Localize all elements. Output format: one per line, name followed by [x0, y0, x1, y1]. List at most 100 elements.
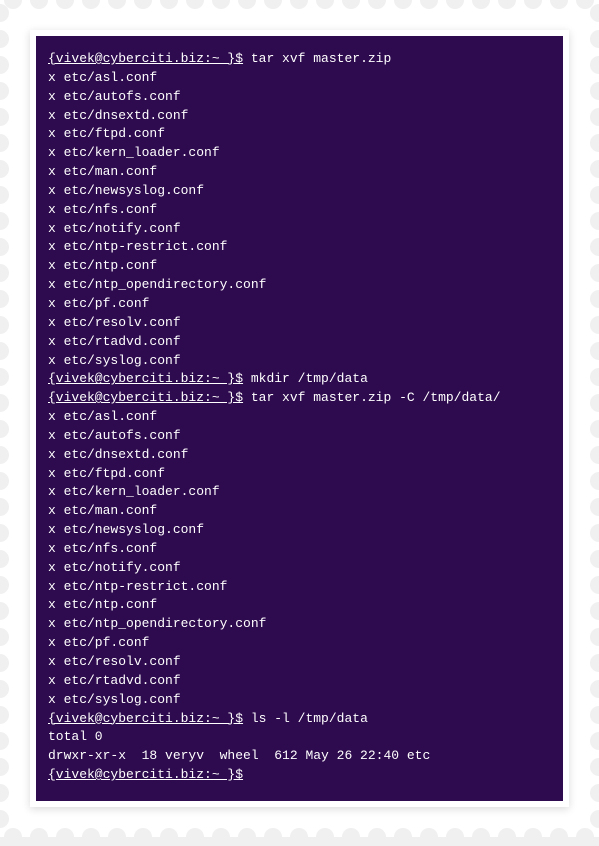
stamp-perforation — [0, 238, 9, 256]
output-line: x etc/man.conf — [48, 502, 551, 521]
prompt-user-host: {vivek@cyberciti.biz — [48, 51, 204, 66]
prompt-user-host: {vivek@cyberciti.biz — [48, 711, 204, 726]
prompt-line: {vivek@cyberciti.biz:~ }$ tar xvf master… — [48, 50, 551, 69]
stamp-perforation — [394, 0, 412, 9]
stamp-perforation — [186, 0, 204, 9]
stamp-perforation — [0, 186, 9, 204]
output-line: x etc/ntp.conf — [48, 596, 551, 615]
stamp-perforation — [0, 394, 9, 412]
stamp-perforation — [446, 828, 464, 846]
output-line: x etc/syslog.conf — [48, 352, 551, 371]
stamp-perforation — [524, 0, 542, 9]
stamp-perforation — [0, 160, 9, 178]
stamp-perforation — [160, 828, 178, 846]
stamp-perforation — [0, 524, 9, 542]
stamp-perforation — [550, 0, 568, 9]
output-line: x etc/nfs.conf — [48, 201, 551, 220]
stamp-perforation — [30, 828, 48, 846]
stamp-perforation — [316, 828, 334, 846]
stamp-perforation — [0, 290, 9, 308]
stamp-perforation — [0, 368, 9, 386]
stamp-perforation — [590, 82, 599, 100]
output-line: x etc/rtadvd.conf — [48, 333, 551, 352]
stamp-perforation — [0, 472, 9, 490]
stamp-perforation — [160, 0, 178, 9]
stamp-perforation — [590, 706, 599, 724]
prompt-path: :~ }$ — [204, 371, 243, 386]
terminal-content: {vivek@cyberciti.biz:~ }$ tar xvf master… — [48, 50, 551, 785]
output-line: x etc/asl.conf — [48, 69, 551, 88]
stamp-perforation — [264, 828, 282, 846]
stamp-perforation — [590, 238, 599, 256]
stamp-perforation — [342, 828, 360, 846]
output-line: x etc/ntp_opendirectory.conf — [48, 615, 551, 634]
command-text: mkdir /tmp/data — [243, 371, 368, 386]
stamp-perforation — [590, 498, 599, 516]
prompt-path: :~ }$ — [204, 711, 243, 726]
stamp-perforation — [290, 0, 308, 9]
stamp-perforation — [590, 576, 599, 594]
stamp-perforation — [590, 420, 599, 438]
stamp-perforation — [472, 828, 490, 846]
stamp-perforation — [0, 316, 9, 334]
output-line: x etc/newsyslog.conf — [48, 521, 551, 540]
prompt-path: :~ }$ — [204, 51, 243, 66]
stamp-perforation — [590, 550, 599, 568]
stamp-perforation — [134, 0, 152, 9]
stamp-perforation — [590, 472, 599, 490]
output-line: x etc/ntp-restrict.conf — [48, 238, 551, 257]
stamp-perforation — [0, 264, 9, 282]
output-line: x etc/notify.conf — [48, 559, 551, 578]
output-line: x etc/ntp.conf — [48, 257, 551, 276]
stamp-perforation — [420, 828, 438, 846]
stamp-perforation — [576, 828, 594, 846]
stamp-perforation — [0, 108, 9, 126]
stamp-perforation — [0, 550, 9, 568]
stamp-perforation — [394, 828, 412, 846]
stamp-perforation — [82, 0, 100, 9]
stamp-perforation — [590, 290, 599, 308]
stamp-perforation — [0, 576, 9, 594]
stamp-perforation — [472, 0, 490, 9]
stamp-perforation — [56, 828, 74, 846]
stamp-perforation — [590, 56, 599, 74]
output-line: x etc/syslog.conf — [48, 691, 551, 710]
stamp-perforation — [590, 394, 599, 412]
stamp-perforation — [0, 82, 9, 100]
command-text — [243, 767, 251, 782]
output-line: x etc/dnsextd.conf — [48, 107, 551, 126]
stamp-perforation — [264, 0, 282, 9]
stamp-perforation — [0, 420, 9, 438]
stamp-perforation — [590, 810, 599, 828]
prompt-user-host: {vivek@cyberciti.biz — [48, 371, 204, 386]
prompt-line: {vivek@cyberciti.biz:~ }$ ls -l /tmp/dat… — [48, 710, 551, 729]
stamp-perforation — [0, 446, 9, 464]
command-text: tar xvf master.zip -C /tmp/data/ — [243, 390, 500, 405]
output-line: x etc/autofs.conf — [48, 88, 551, 107]
output-line: x etc/ftpd.conf — [48, 125, 551, 144]
stamp-perforation — [590, 784, 599, 802]
stamp-perforation — [0, 810, 9, 828]
stamp-perforation — [108, 828, 126, 846]
stamp-perforation — [290, 828, 308, 846]
output-line: x etc/man.conf — [48, 163, 551, 182]
stamp-perforation — [0, 56, 9, 74]
prompt-user-host: {vivek@cyberciti.biz — [48, 767, 204, 782]
output-line: total 0 — [48, 728, 551, 747]
stamp-perforation — [590, 134, 599, 152]
stamp-perforation — [446, 0, 464, 9]
stamp-perforation — [420, 0, 438, 9]
stamp-perforation — [498, 828, 516, 846]
output-line: x etc/pf.conf — [48, 634, 551, 653]
prompt-line: {vivek@cyberciti.biz:~ }$ tar xvf master… — [48, 389, 551, 408]
prompt-path: :~ }$ — [204, 767, 243, 782]
stamp-perforation — [550, 828, 568, 846]
stamp-perforation — [134, 828, 152, 846]
stamp-perforation — [590, 628, 599, 646]
stamp-perforation — [368, 0, 386, 9]
stamp-perforation — [498, 0, 516, 9]
stamp-perforation — [0, 498, 9, 516]
output-line: x etc/pf.conf — [48, 295, 551, 314]
stamp-perforation — [0, 758, 9, 776]
stamp-perforation — [108, 0, 126, 9]
